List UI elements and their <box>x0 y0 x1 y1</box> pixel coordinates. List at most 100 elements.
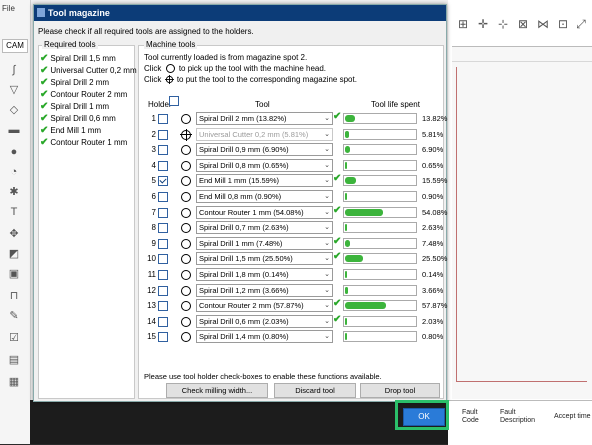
chevron-down-icon: ⌄ <box>324 302 330 310</box>
holder-checkbox[interactable] <box>158 160 168 171</box>
pick-up-circle-icon[interactable] <box>181 238 191 249</box>
distribute-icon[interactable]: ⊠ <box>516 16 530 32</box>
cam-tab[interactable]: CAM <box>2 39 28 53</box>
arc-tool-icon[interactable]: ◔ <box>0 164 28 180</box>
holder-row: 11 Spiral Drill 1,8 mm (0.14%) ⌄ 0.14% <box>146 268 443 283</box>
ok-button[interactable]: OK <box>403 408 445 426</box>
discard-tool-button[interactable]: Discard tool <box>274 383 356 398</box>
image-tool-icon[interactable]: ▦ <box>0 374 28 390</box>
pick-up-circle-icon[interactable] <box>181 316 191 327</box>
put-back-crosshair-icon[interactable] <box>180 128 192 141</box>
select-all-holders-checkbox[interactable] <box>169 96 179 106</box>
pick-up-circle-icon[interactable] <box>181 223 191 234</box>
required-tool-label: Spiral Drill 2 mm <box>50 78 110 87</box>
holder-checkbox[interactable] <box>158 114 168 124</box>
move-tool-icon[interactable]: ✥ <box>0 226 28 242</box>
pick-up-circle-icon[interactable] <box>181 332 191 343</box>
star-tool-icon[interactable]: ✱ <box>0 184 28 200</box>
holder-checkbox[interactable] <box>158 129 168 140</box>
tool-select[interactable]: Spiral Drill 1 mm (7.48%) ⌄ <box>196 236 333 250</box>
left-toolbar: File CAM ∫ ▽ ◇ ▬ ● ◔ ✱ T ✥ ◩ ▣ ⊓ ✎ ☑ ▤ ▦ <box>0 0 31 444</box>
holder-checkbox[interactable] <box>158 316 168 327</box>
pick-up-circle-icon[interactable] <box>181 176 191 187</box>
tool-select[interactable]: Contour Router 2 mm (57.87%) ⌄ <box>196 299 333 313</box>
check-tool-icon[interactable]: ☑ <box>0 330 28 346</box>
holder-number: 7 <box>151 207 156 217</box>
holder-checkbox[interactable] <box>158 254 168 265</box>
pick-up-circle-icon[interactable] <box>181 254 191 265</box>
pick-up-circle-icon[interactable] <box>181 285 191 296</box>
holder-checkbox[interactable] <box>158 207 168 218</box>
holder-checkbox[interactable] <box>158 176 168 187</box>
design-canvas[interactable] <box>452 46 592 399</box>
pick-up-circle-icon[interactable] <box>181 207 191 218</box>
required-tool-item: ✔ Universal Cutter 0,2 mm <box>40 65 137 77</box>
holder-checkbox[interactable] <box>158 285 168 296</box>
pick-up-circle-icon[interactable] <box>181 114 191 124</box>
split-tool-icon[interactable]: ⊹ <box>496 16 510 32</box>
tool-life-fill <box>345 130 350 138</box>
circle-tool-icon[interactable]: ● <box>0 144 28 160</box>
tool-select[interactable]: Spiral Drill 0,8 mm (0.65%) ⌄ <box>196 158 333 172</box>
required-tool-label: End Mill 1 mm <box>50 126 102 135</box>
align-icon[interactable]: ⋈ <box>536 16 550 32</box>
pick-up-circle-icon[interactable] <box>181 145 191 156</box>
tool-select[interactable]: End Mill 1 mm (15.59%) ⌄ <box>196 174 333 188</box>
fault-description-header: Fault Description <box>500 409 536 424</box>
tool-life-percent: 25.50% <box>422 254 448 264</box>
tool-select[interactable]: End Mill 0,8 mm (0.90%) ⌄ <box>196 190 333 203</box>
pick-up-circle-icon[interactable] <box>181 301 191 312</box>
tool-select[interactable]: Universal Cutter 0,2 mm (5.81%) ⌄ <box>196 127 333 141</box>
tool-select[interactable]: Contour Router 1 mm (54.08%) ⌄ <box>196 205 333 219</box>
holder-checkbox[interactable] <box>158 332 168 343</box>
check-icon: ✔ <box>40 65 49 76</box>
check-icon: ✔ <box>40 101 49 112</box>
holder-checkbox[interactable] <box>158 192 168 202</box>
dialog-titlebar[interactable]: Tool magazine <box>34 5 446 21</box>
tool-life-fill <box>345 333 347 341</box>
holder-checkbox[interactable] <box>158 270 168 280</box>
drop-tool-button[interactable]: Drop tool <box>360 383 440 398</box>
tool-life-fill <box>345 302 386 310</box>
match-check-icon: ✔ <box>333 173 342 185</box>
rectangle-tool-icon[interactable]: ▬ <box>0 122 28 138</box>
check-milling-width-button[interactable]: Check milling width... <box>166 383 268 398</box>
tool-life-bar <box>343 300 417 312</box>
holder-checkbox[interactable] <box>158 301 168 312</box>
chevron-down-icon: ⌄ <box>324 208 330 216</box>
fill-tool-icon[interactable]: ◩ <box>0 246 28 262</box>
curve-tool-icon[interactable]: ∫ <box>0 62 28 78</box>
required-tool-item: ✔ Spiral Drill 2 mm <box>40 77 109 89</box>
tool-select[interactable]: Spiral Drill 1,4 mm (0.80%) ⌄ <box>196 330 333 344</box>
edit-tool-icon[interactable]: ✎ <box>0 308 28 324</box>
polygon-tool-icon[interactable]: ◇ <box>0 102 28 118</box>
match-check-icon: ✔ <box>333 298 342 310</box>
panel-tool-icon[interactable]: ▤ <box>0 352 28 368</box>
file-menu[interactable]: File <box>2 4 15 13</box>
grid-tool-icon[interactable]: ⊞ <box>456 16 470 32</box>
pick-up-circle-icon[interactable] <box>181 192 191 202</box>
layer-tool-icon[interactable]: ▣ <box>0 266 28 282</box>
text-tool-icon[interactable]: T <box>0 204 28 220</box>
tool-select[interactable]: Spiral Drill 1,5 mm (25.50%) ⌄ <box>196 252 333 266</box>
expand-icon[interactable]: ⤢ <box>574 16 588 32</box>
tool-life-percent: 0.65% <box>422 160 444 170</box>
check-icon: ✔ <box>40 125 49 136</box>
resize-icon[interactable]: ⊡ <box>556 16 570 32</box>
move-arrows-icon[interactable]: ✛ <box>476 16 490 32</box>
tool-select[interactable]: Spiral Drill 1,2 mm (3.66%) ⌄ <box>196 283 333 297</box>
holder-number: 12 <box>147 285 156 295</box>
tool-select[interactable]: Spiral Drill 0,6 mm (2.03%) ⌄ <box>196 314 333 328</box>
tool-select[interactable]: Spiral Drill 1,8 mm (0.14%) ⌄ <box>196 268 333 281</box>
triangle-tool-icon[interactable]: ▽ <box>0 82 28 98</box>
holder-checkbox[interactable] <box>158 145 168 156</box>
pick-up-circle-icon[interactable] <box>181 270 191 280</box>
match-check-icon: ✔ <box>333 251 342 263</box>
holder-checkbox[interactable] <box>158 238 168 249</box>
tool-select[interactable]: Spiral Drill 0,7 mm (2.63%) ⌄ <box>196 221 333 235</box>
tool-select[interactable]: Spiral Drill 0,9 mm (6.90%) ⌄ <box>196 143 333 157</box>
tool-select[interactable]: Spiral Drill 2 mm (13.82%) ⌄ <box>196 112 333 125</box>
holder-checkbox[interactable] <box>158 223 168 234</box>
pick-up-circle-icon[interactable] <box>181 160 191 171</box>
measure-tool-icon[interactable]: ⊓ <box>0 288 28 304</box>
